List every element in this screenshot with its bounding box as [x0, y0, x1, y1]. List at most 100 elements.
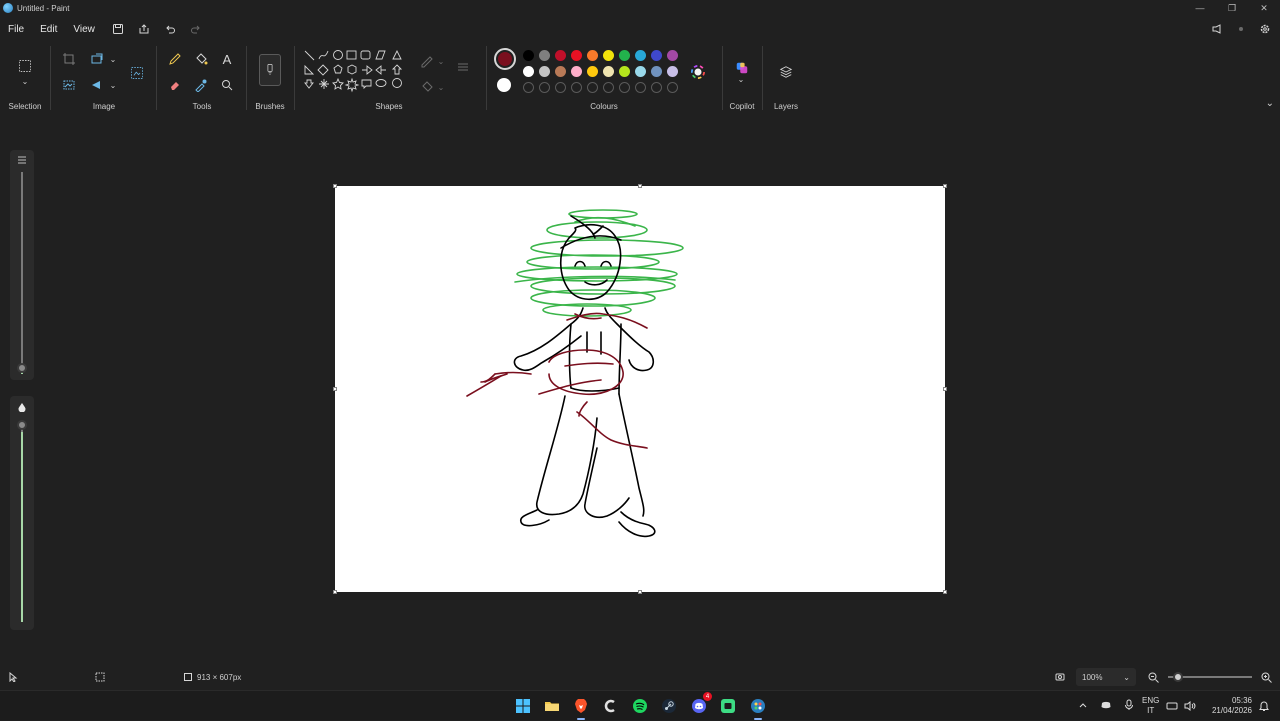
- custom-colour-slot[interactable]: [539, 82, 550, 93]
- custom-colour-slot[interactable]: [651, 82, 662, 93]
- palette-swatch[interactable]: [523, 50, 534, 61]
- selection-dropdown-chevron-icon[interactable]: ⌄: [16, 76, 34, 86]
- shape-outline-chevron-icon[interactable]: ⌄: [432, 52, 450, 70]
- input-language[interactable]: ENG IT: [1142, 691, 1159, 721]
- discord-tray-icon[interactable]: [1100, 699, 1112, 713]
- layers-icon[interactable]: [776, 62, 796, 82]
- zoom-out-icon[interactable]: [1148, 666, 1159, 688]
- fill-bucket-icon[interactable]: [192, 50, 210, 68]
- brush-icon[interactable]: [259, 54, 281, 86]
- palette-swatch[interactable]: [651, 50, 662, 61]
- clock[interactable]: 05:36 21/04/2026: [1208, 691, 1252, 721]
- palette-swatch[interactable]: [667, 66, 678, 77]
- custom-colour-slot[interactable]: [523, 82, 534, 93]
- resize-chevron-icon[interactable]: ⌄: [104, 50, 122, 68]
- fit-to-window-icon[interactable]: [1054, 666, 1066, 688]
- palette-swatch[interactable]: [603, 66, 614, 77]
- custom-colour-slot[interactable]: [603, 82, 614, 93]
- palette-swatch[interactable]: [635, 50, 646, 61]
- zoom-select[interactable]: 100% ⌄: [1076, 668, 1136, 686]
- spotify-icon[interactable]: [629, 695, 651, 717]
- ribbon-collapse-chevron-icon[interactable]: ⌄: [1266, 98, 1274, 109]
- resize-handle-top-left[interactable]: [333, 184, 337, 188]
- shapes-gallery-icons[interactable]: [302, 48, 406, 96]
- zoom-in-icon[interactable]: [1261, 666, 1272, 688]
- tray-status-icons[interactable]: [1166, 691, 1196, 721]
- resize-handle-bottom[interactable]: [638, 590, 642, 594]
- zoom-slider-thumb[interactable]: [1173, 672, 1184, 682]
- menu-edit[interactable]: Edit: [32, 19, 65, 39]
- palette-swatch[interactable]: [587, 66, 598, 77]
- resize-handle-right[interactable]: [943, 387, 947, 391]
- file-explorer-icon[interactable]: [541, 695, 563, 717]
- shape-fill-chevron-icon[interactable]: ⌄: [432, 78, 450, 96]
- primary-colour-indicator[interactable]: [494, 48, 516, 70]
- opacity-thumb[interactable]: [17, 420, 27, 430]
- magnifier-icon[interactable]: [218, 76, 236, 94]
- palette-swatch[interactable]: [539, 66, 550, 77]
- maximize-button[interactable]: ❐: [1216, 0, 1248, 16]
- edit-colours-icon[interactable]: [688, 62, 708, 82]
- brush-size-slider[interactable]: [10, 150, 34, 380]
- ccleaner-icon[interactable]: [599, 695, 621, 717]
- palette-swatch[interactable]: [539, 50, 550, 61]
- custom-colour-slot[interactable]: [619, 82, 630, 93]
- size-thumb[interactable]: [17, 363, 27, 373]
- android-studio-icon[interactable]: [717, 695, 739, 717]
- pencil-icon[interactable]: [166, 50, 184, 68]
- shape-size-icon[interactable]: [454, 58, 472, 76]
- resize-handle-top[interactable]: [638, 184, 642, 188]
- drawing-canvas[interactable]: [335, 186, 945, 592]
- palette-swatch[interactable]: [555, 66, 566, 77]
- settings-gear-icon[interactable]: [1256, 20, 1274, 38]
- selection-rect-icon[interactable]: [15, 56, 35, 76]
- notifications-bell-icon[interactable]: [1258, 691, 1270, 721]
- select-all-icon[interactable]: [60, 76, 78, 94]
- image-crop-select-icon[interactable]: [126, 62, 148, 84]
- redo-icon[interactable]: [185, 19, 207, 39]
- undo-icon[interactable]: [159, 19, 181, 39]
- palette-swatch[interactable]: [651, 66, 662, 77]
- colour-picker-icon[interactable]: [192, 76, 210, 94]
- custom-colour-slot[interactable]: [587, 82, 598, 93]
- opacity-slider[interactable]: [10, 396, 34, 630]
- menu-view[interactable]: View: [65, 19, 103, 39]
- copilot-chevron-icon[interactable]: ⌄: [732, 74, 750, 84]
- share-icon[interactable]: [133, 19, 155, 39]
- microphone-icon[interactable]: [1124, 699, 1134, 713]
- zoom-slider[interactable]: [1168, 672, 1252, 682]
- show-hidden-icons-chevron-icon[interactable]: [1078, 700, 1088, 712]
- custom-colour-slot[interactable]: [667, 82, 678, 93]
- account-icon[interactable]: [1232, 20, 1250, 38]
- windows-start-icon[interactable]: [512, 695, 534, 717]
- palette-swatch[interactable]: [523, 66, 534, 77]
- crop-icon[interactable]: [60, 50, 78, 68]
- eraser-icon[interactable]: [166, 76, 184, 94]
- palette-swatch[interactable]: [603, 50, 614, 61]
- feedback-icon[interactable]: [1208, 20, 1226, 38]
- custom-colour-slot[interactable]: [555, 82, 566, 93]
- palette-swatch[interactable]: [571, 66, 582, 77]
- palette-swatch[interactable]: [635, 66, 646, 77]
- close-button[interactable]: ✕: [1248, 0, 1280, 16]
- palette-swatch[interactable]: [619, 66, 630, 77]
- palette-swatch[interactable]: [667, 50, 678, 61]
- text-tool-icon[interactable]: A: [218, 50, 236, 68]
- brave-browser-icon[interactable]: [570, 695, 592, 720]
- save-icon[interactable]: [107, 19, 129, 39]
- paint-taskbar-icon[interactable]: [747, 695, 769, 720]
- resize-handle-top-right[interactable]: [943, 184, 947, 188]
- menu-file[interactable]: File: [0, 19, 32, 39]
- palette-swatch[interactable]: [555, 50, 566, 61]
- custom-colour-slot[interactable]: [571, 82, 582, 93]
- resize-handle-bottom-left[interactable]: [333, 590, 337, 594]
- palette-swatch[interactable]: [587, 50, 598, 61]
- minimize-button[interactable]: —: [1184, 0, 1216, 16]
- secondary-colour-swatch[interactable]: [497, 78, 511, 92]
- discord-icon[interactable]: 4: [688, 692, 712, 717]
- custom-colour-slot[interactable]: [635, 82, 646, 93]
- rotate-chevron-icon[interactable]: ⌄: [104, 76, 122, 94]
- palette-swatch[interactable]: [571, 50, 582, 61]
- steam-icon[interactable]: [658, 695, 680, 717]
- palette-swatch[interactable]: [619, 50, 630, 61]
